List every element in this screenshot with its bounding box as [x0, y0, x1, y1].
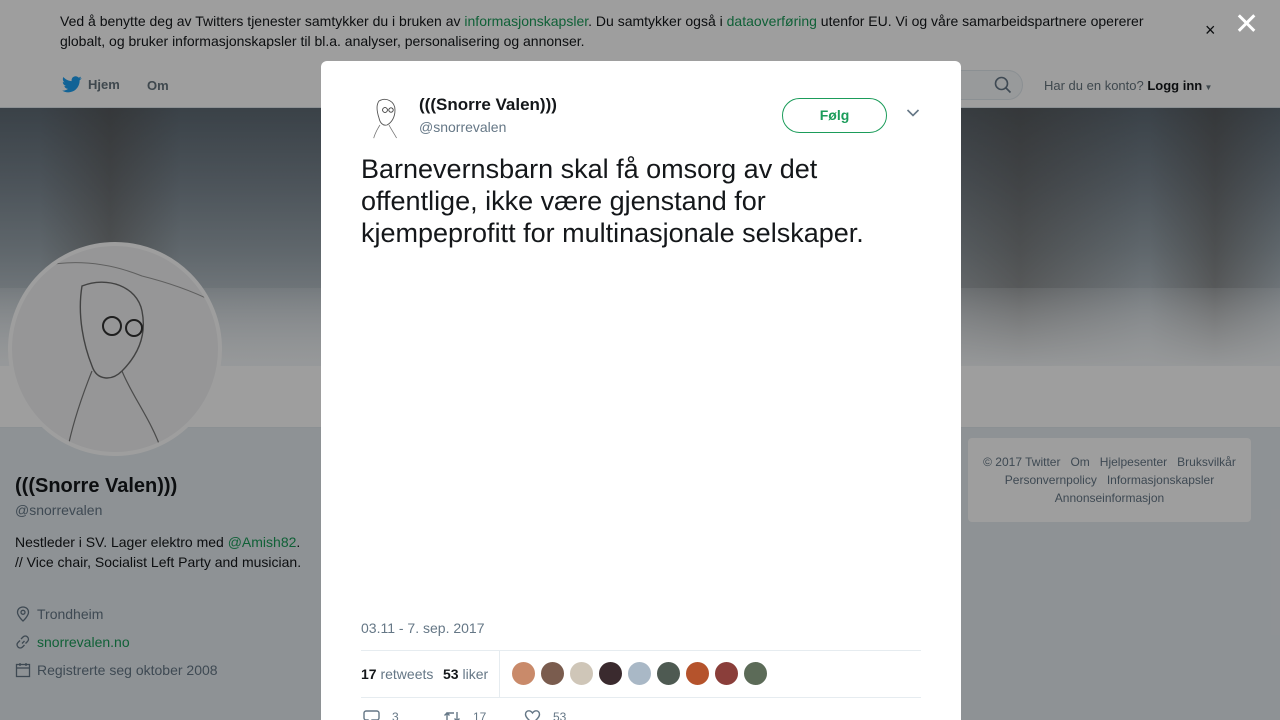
reply-icon	[363, 710, 380, 720]
tweet-timestamp[interactable]: 03.11 - 7. sep. 2017	[361, 620, 485, 636]
tweet-author-handle[interactable]: @snorrevalen	[419, 119, 506, 135]
retweets-stat[interactable]: 17 retweets	[361, 666, 433, 682]
liker-avatar[interactable]	[598, 661, 623, 686]
retweet-button[interactable]: 17	[443, 709, 486, 720]
liker-avatar[interactable]	[714, 661, 739, 686]
likes-stat[interactable]: 53 liker	[443, 666, 488, 682]
tweet-author-name[interactable]: (((Snorre Valen)))	[419, 95, 557, 115]
liker-avatar[interactable]	[685, 661, 710, 686]
liker-avatar[interactable]	[540, 661, 565, 686]
follow-button[interactable]: Følg	[782, 98, 887, 133]
tweet-stats: 17 retweets 53 liker	[361, 650, 921, 698]
liker-avatar[interactable]	[511, 661, 536, 686]
tweet-modal: (((Snorre Valen))) @snorrevalen Følg Bar…	[321, 61, 961, 720]
liker-avatar[interactable]	[627, 661, 652, 686]
tweet-text: Barnevernsbarn skal få omsorg av det off…	[361, 154, 864, 248]
retweet-icon	[444, 712, 460, 720]
liker-avatar[interactable]	[656, 661, 681, 686]
close-overlay-icon[interactable]: ✕	[1234, 10, 1259, 40]
liker-avatar[interactable]	[743, 661, 768, 686]
stats-divider	[499, 651, 500, 697]
like-button[interactable]: 53	[524, 709, 566, 720]
tweet-author-avatar[interactable]	[361, 93, 409, 141]
heart-icon	[524, 710, 541, 720]
likes-label: liker	[462, 666, 489, 682]
retweet-count: 17	[473, 710, 487, 720]
liker-avatars	[511, 661, 772, 686]
like-count: 53	[553, 710, 567, 720]
reply-button[interactable]: 3	[363, 709, 399, 720]
liker-avatar[interactable]	[569, 661, 594, 686]
sketch-portrait-icon	[372, 99, 399, 141]
retweets-count: 17	[361, 666, 377, 682]
tweet-actions: 3 17 53	[361, 709, 921, 720]
chevron-down-icon[interactable]	[906, 108, 920, 118]
retweets-label: retweets	[380, 666, 434, 682]
reply-count: 3	[392, 710, 399, 720]
likes-count: 53	[443, 666, 459, 682]
